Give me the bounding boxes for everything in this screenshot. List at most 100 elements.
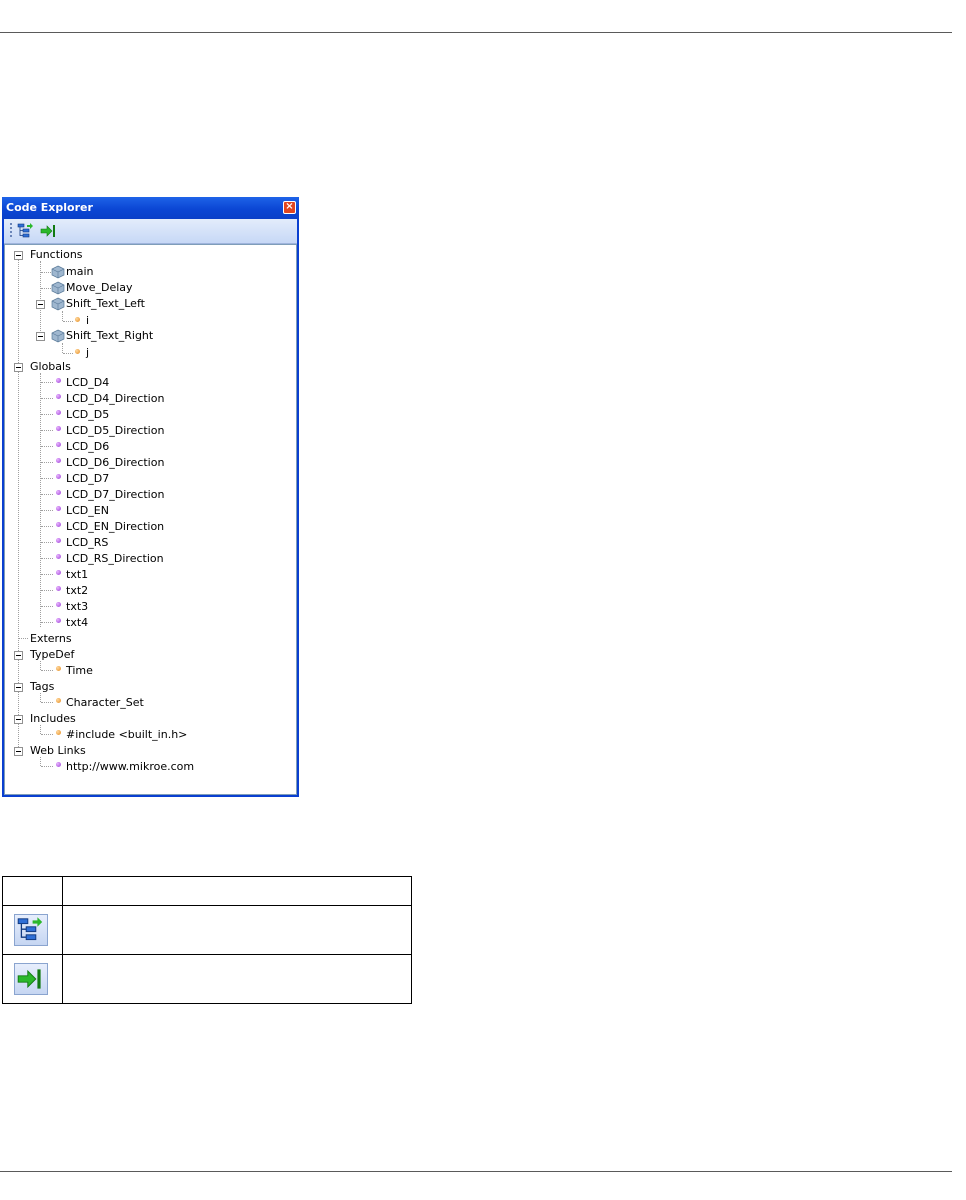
expand-toggle-globals[interactable] — [14, 363, 23, 372]
expand-toggle-tags[interactable] — [14, 683, 23, 692]
tree-guide — [40, 373, 41, 627]
tree-node-weblink-item[interactable]: http://www.mikroe.com — [66, 759, 194, 775]
global-variable-icon — [56, 410, 61, 415]
global-variable-icon — [56, 378, 61, 383]
tree-node-include-item[interactable]: #include <built_in.h> — [66, 727, 187, 743]
global-variable-icon — [56, 618, 61, 623]
tag-icon — [56, 698, 61, 703]
local-variable-icon — [75, 349, 80, 354]
type-icon — [56, 666, 61, 671]
tree-node-function[interactable]: Shift_Text_Right — [66, 328, 153, 344]
tree-node-includes[interactable]: Includes — [30, 711, 76, 727]
tree-node-tag-item[interactable]: Character_Set — [66, 695, 144, 711]
tree-node-function[interactable]: Shift_Text_Left — [66, 296, 145, 312]
tree-branch — [19, 638, 28, 639]
table-description-cell — [62, 954, 412, 1004]
tree-guide — [62, 311, 63, 321]
global-variable-icon — [56, 474, 61, 479]
code-explorer-window: Code Explorer × Functions main Move_Dela… — [2, 197, 299, 797]
expand-toggle-shift-right[interactable] — [36, 332, 45, 341]
include-icon — [56, 730, 61, 735]
tree-branch — [41, 734, 53, 735]
tree-node-global[interactable]: LCD_RS — [66, 535, 108, 551]
tree-node-global[interactable]: LCD_D4 — [66, 375, 109, 391]
table-header-cell — [62, 876, 412, 906]
tree-node-local[interactable]: j — [86, 345, 89, 361]
tree-node-global[interactable]: LCD_D7 — [66, 471, 109, 487]
tree-node-global[interactable]: LCD_D6_Direction — [66, 455, 164, 471]
table-icon-cell — [2, 905, 63, 955]
tree-node-global[interactable]: txt2 — [66, 583, 88, 599]
global-variable-icon — [56, 554, 61, 559]
tree-node-global[interactable]: LCD_D4_Direction — [66, 391, 164, 407]
tree-node-global[interactable]: txt4 — [66, 615, 88, 631]
function-icon — [51, 329, 65, 343]
toolbar-legend-table — [2, 876, 412, 1004]
top-rule — [0, 32, 952, 33]
tree-node-typedef-item[interactable]: Time — [66, 663, 93, 679]
tree-node-global[interactable]: txt3 — [66, 599, 88, 615]
tree-branch — [63, 321, 73, 322]
global-variable-icon — [56, 522, 61, 527]
expand-toggle-functions[interactable] — [14, 251, 23, 260]
expand-collapse-tree-icon[interactable] — [16, 222, 36, 240]
tree-node-global[interactable]: LCD_RS_Direction — [66, 551, 164, 567]
expand-toggle-weblinks[interactable] — [14, 747, 23, 756]
tree-branch — [41, 526, 53, 527]
tree-node-weblinks[interactable]: Web Links — [30, 743, 86, 759]
global-variable-icon — [56, 490, 61, 495]
global-variable-icon — [56, 506, 61, 511]
go-to-declaration-icon[interactable] — [39, 222, 59, 240]
global-variable-icon — [56, 458, 61, 463]
tree-node-global[interactable]: LCD_D5 — [66, 407, 109, 423]
tree-node-global[interactable]: LCD_D5_Direction — [66, 423, 164, 439]
expand-toggle-typedef[interactable] — [14, 651, 23, 660]
global-variable-icon — [56, 442, 61, 447]
tree-branch — [41, 462, 53, 463]
tree-node-global[interactable]: LCD_D7_Direction — [66, 487, 164, 503]
tree-node-global[interactable]: LCD_EN_Direction — [66, 519, 164, 535]
tree-guide — [40, 693, 41, 702]
tree-node-tags[interactable]: Tags — [30, 679, 54, 695]
code-tree: Functions main Move_Delay Shift_Text_Lef… — [4, 244, 297, 795]
tree-node-externs[interactable]: Externs — [30, 631, 72, 647]
tree-branch — [41, 622, 53, 623]
global-variable-icon — [56, 570, 61, 575]
function-icon — [51, 297, 65, 311]
tree-node-local[interactable]: i — [86, 313, 89, 329]
tree-node-globals[interactable]: Globals — [30, 359, 71, 375]
tree-node-function[interactable]: Move_Delay — [66, 280, 133, 296]
expand-toggle-includes[interactable] — [14, 715, 23, 724]
tree-branch — [41, 510, 53, 511]
tree-guide — [62, 343, 63, 353]
tree-branch — [41, 558, 53, 559]
table-description-cell — [62, 905, 412, 955]
tree-node-global[interactable]: LCD_D6 — [66, 439, 109, 455]
tree-branch — [41, 288, 51, 289]
tree-branch — [41, 702, 53, 703]
tree-guide — [18, 259, 19, 755]
global-variable-icon — [56, 426, 61, 431]
tree-branch — [41, 414, 53, 415]
tree-node-function[interactable]: main — [66, 264, 93, 280]
tree-guide — [40, 757, 41, 766]
weblink-icon — [56, 762, 61, 767]
tree-guide — [40, 725, 41, 734]
toolbar-grip[interactable] — [10, 223, 12, 239]
tree-node-typedef[interactable]: TypeDef — [30, 647, 74, 663]
table-header-row — [2, 876, 412, 906]
go-to-declaration-icon — [14, 963, 48, 995]
bottom-rule — [0, 1171, 952, 1172]
global-variable-icon — [56, 602, 61, 607]
close-icon[interactable]: × — [283, 201, 296, 214]
table-icon-cell — [2, 954, 63, 1004]
function-icon — [51, 265, 65, 279]
tree-branch — [41, 398, 53, 399]
tree-node-global[interactable]: LCD_EN — [66, 503, 109, 519]
expand-toggle-shift-left[interactable] — [36, 300, 45, 309]
global-variable-icon — [56, 538, 61, 543]
tree-branch — [41, 446, 53, 447]
tree-node-global[interactable]: txt1 — [66, 567, 88, 583]
explorer-toolbar — [4, 219, 297, 244]
tree-node-functions[interactable]: Functions — [30, 247, 83, 263]
